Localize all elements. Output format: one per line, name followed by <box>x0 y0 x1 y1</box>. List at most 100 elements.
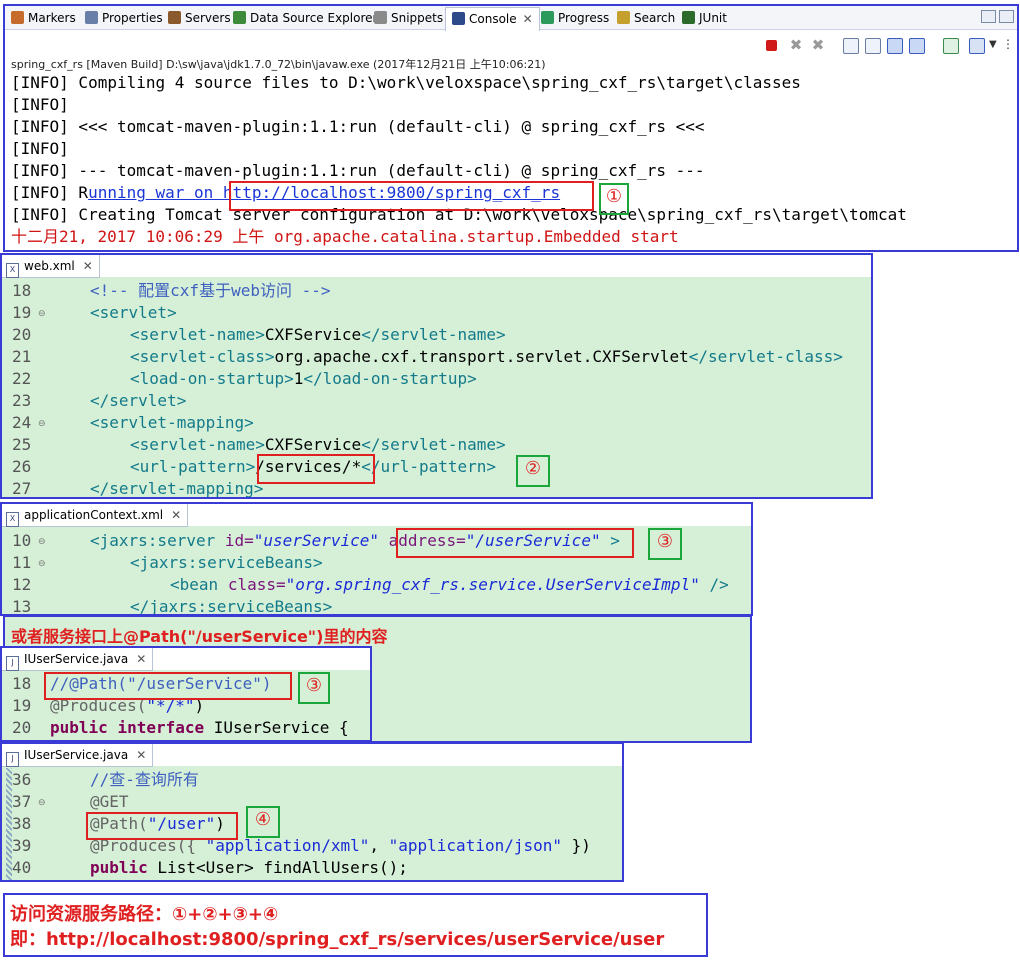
code-line: </servlet> <box>90 391 187 410</box>
console-line: [INFO] <<< tomcat-maven-plugin:1.1:run (… <box>11 117 705 136</box>
fold-icon[interactable]: ⊖ <box>38 798 46 808</box>
line-number: 12 <box>12 575 32 594</box>
fold-icon[interactable]: ⊖ <box>38 559 46 569</box>
fold-icon[interactable]: ⊖ <box>38 419 46 429</box>
data-source-icon <box>233 11 246 24</box>
properties-icon <box>85 11 98 24</box>
line-number: 23 <box>12 391 32 410</box>
marker-1: ① <box>599 183 629 215</box>
highlight-box-3b <box>44 672 292 700</box>
code-area[interactable]: 10 11 12 13 ⊖ ⊖ <jaxrs:server id="userSe… <box>2 528 751 614</box>
view-tab-bar: Markers Properties Servers Data Source E… <box>5 6 1017 31</box>
console-line: [INFO] <box>11 95 69 114</box>
servers-icon <box>168 11 181 24</box>
console-line: [INFO] --- tomcat-maven-plugin:1.1:run (… <box>11 161 705 180</box>
code-line: <load-on-startup>1</load-on-startup> <box>130 369 477 388</box>
snippets-icon <box>374 11 387 24</box>
marker-4: ④ <box>246 806 280 838</box>
tab-markers[interactable]: Markers <box>11 9 76 27</box>
code-line: @GET <box>90 792 129 811</box>
tab-servers[interactable]: Servers <box>168 9 231 27</box>
summary-line-formula: 访问资源服务路径：①+②+③+④ <box>10 904 279 925</box>
chevron-down-icon[interactable]: ▼ <box>989 38 1003 52</box>
highlight-box-3 <box>396 528 634 558</box>
clear-console-icon[interactable] <box>843 38 859 54</box>
line-number: 20 <box>12 325 32 344</box>
markers-icon <box>11 11 24 24</box>
line-number: 19 <box>12 696 32 715</box>
tab-application-context-xml[interactable]: XapplicationContext.xml ✕ <box>2 504 189 527</box>
code-line: </jaxrs:serviceBeans> <box>130 597 333 616</box>
line-number: 21 <box>12 347 32 366</box>
tab-web-xml[interactable]: Xweb.xml ✕ <box>2 255 100 278</box>
line-number: 22 <box>12 369 32 388</box>
maximize-icon[interactable] <box>999 10 1014 23</box>
code-area[interactable]: 18 19 20 21 22 23 24 25 26 27 ⊖ ⊖ <!-- 配… <box>2 279 871 497</box>
close-icon[interactable]: ✕ <box>136 748 146 762</box>
line-number: 37 <box>12 792 32 811</box>
show-console-stderr-icon[interactable] <box>909 38 925 54</box>
line-number: 18 <box>12 674 32 693</box>
highlight-box-1 <box>229 181 594 211</box>
fold-icon[interactable]: ⊖ <box>38 309 46 319</box>
close-icon[interactable]: ✕ <box>523 12 533 26</box>
code-line: public List<User> findAllUsers(); <box>90 858 408 877</box>
code-area[interactable]: 36 37 38 39 40 ⊖ //查-查询所有 @GET @Path("/u… <box>2 768 622 880</box>
terminate-icon[interactable] <box>766 40 777 51</box>
summary-panel: 访问资源服务路径：①+②+③+④ 即：http://localhost:9800… <box>3 893 708 957</box>
console-output: [INFO] Compiling 4 source files to D:\wo… <box>11 72 1011 248</box>
tab-junit[interactable]: JUnit <box>682 9 727 27</box>
code-line: <servlet-name>CXFService</servlet-name> <box>130 325 506 344</box>
code-line: <servlet-class>org.apache.cxf.transport.… <box>130 347 843 366</box>
marker-3: ③ <box>648 528 682 560</box>
code-area[interactable]: 18 19 20 //@Path("/userService") @Produc… <box>2 672 370 740</box>
code-line: <jaxrs:serviceBeans> <box>130 553 323 572</box>
display-console-icon[interactable] <box>969 38 985 54</box>
fold-icon[interactable]: ⊖ <box>38 537 46 547</box>
close-icon[interactable]: ✕ <box>83 259 93 273</box>
remove-all-icon[interactable]: ✖ <box>811 38 825 53</box>
tab-console[interactable]: Console ✕ <box>445 7 540 31</box>
code-line: <servlet-name>CXFService</servlet-name> <box>130 435 506 454</box>
marker-2: ② <box>516 455 550 487</box>
code-line: <bean class="org.spring_cxf_rs.service.U… <box>170 575 729 594</box>
line-number: 18 <box>12 281 32 300</box>
line-number: 36 <box>12 770 32 789</box>
remove-launch-icon[interactable]: ✖ <box>789 38 803 53</box>
view-menu-icon[interactable]: ⋮ <box>1002 38 1016 52</box>
line-number: 25 <box>12 435 32 454</box>
console-line-stderr: 十二月21, 2017 10:06:29 上午 org.apache.catal… <box>11 227 679 246</box>
line-number: 19 <box>12 303 32 322</box>
application-context-editor: XapplicationContext.xml ✕ 10 11 12 13 ⊖ ⊖… <box>0 502 753 616</box>
line-number: 24 <box>12 413 32 432</box>
code-line: <servlet> <box>90 303 177 322</box>
close-icon[interactable]: ✕ <box>136 652 146 666</box>
pin-console-icon[interactable] <box>943 38 959 54</box>
marker-3b: ③ <box>298 672 330 704</box>
highlight-box-4 <box>86 812 238 840</box>
line-number: 27 <box>12 479 32 498</box>
line-number: 40 <box>12 858 32 877</box>
minimize-icon[interactable] <box>981 10 996 23</box>
tab-iuserservice-java[interactable]: J IUserService.java ✕ <box>2 648 154 671</box>
tab-snippets[interactable]: Snippets <box>374 9 443 27</box>
progress-icon <box>541 11 554 24</box>
console-view: Markers Properties Servers Data Source E… <box>3 4 1019 252</box>
code-comment: <!-- 配置cxf基于web访问 --> <box>90 281 331 300</box>
tab-iuserservice-java[interactable]: J IUserService.java ✕ <box>2 744 154 767</box>
running-text-link[interactable]: unning war on <box>88 183 223 202</box>
tab-data-source-explorer[interactable]: Data Source Explorer <box>233 9 377 27</box>
iuserservice-editor-interface: J IUserService.java ✕ 18 19 20 //@Path("/u… <box>0 646 372 742</box>
console-launch-title: spring_cxf_rs [Maven Build] D:\sw\java\j… <box>11 58 546 71</box>
line-number: 39 <box>12 836 32 855</box>
tab-progress[interactable]: Progress <box>541 9 609 27</box>
line-number: 38 <box>12 814 32 833</box>
xml-file-icon: X <box>6 263 19 278</box>
tab-properties[interactable]: Properties <box>85 9 163 27</box>
console-icon <box>452 12 465 25</box>
tab-search[interactable]: Search <box>617 9 675 27</box>
show-console-stdout-icon[interactable] <box>887 38 903 54</box>
line-number: 20 <box>12 718 32 737</box>
close-icon[interactable]: ✕ <box>171 508 181 522</box>
scroll-lock-icon[interactable] <box>865 38 881 54</box>
